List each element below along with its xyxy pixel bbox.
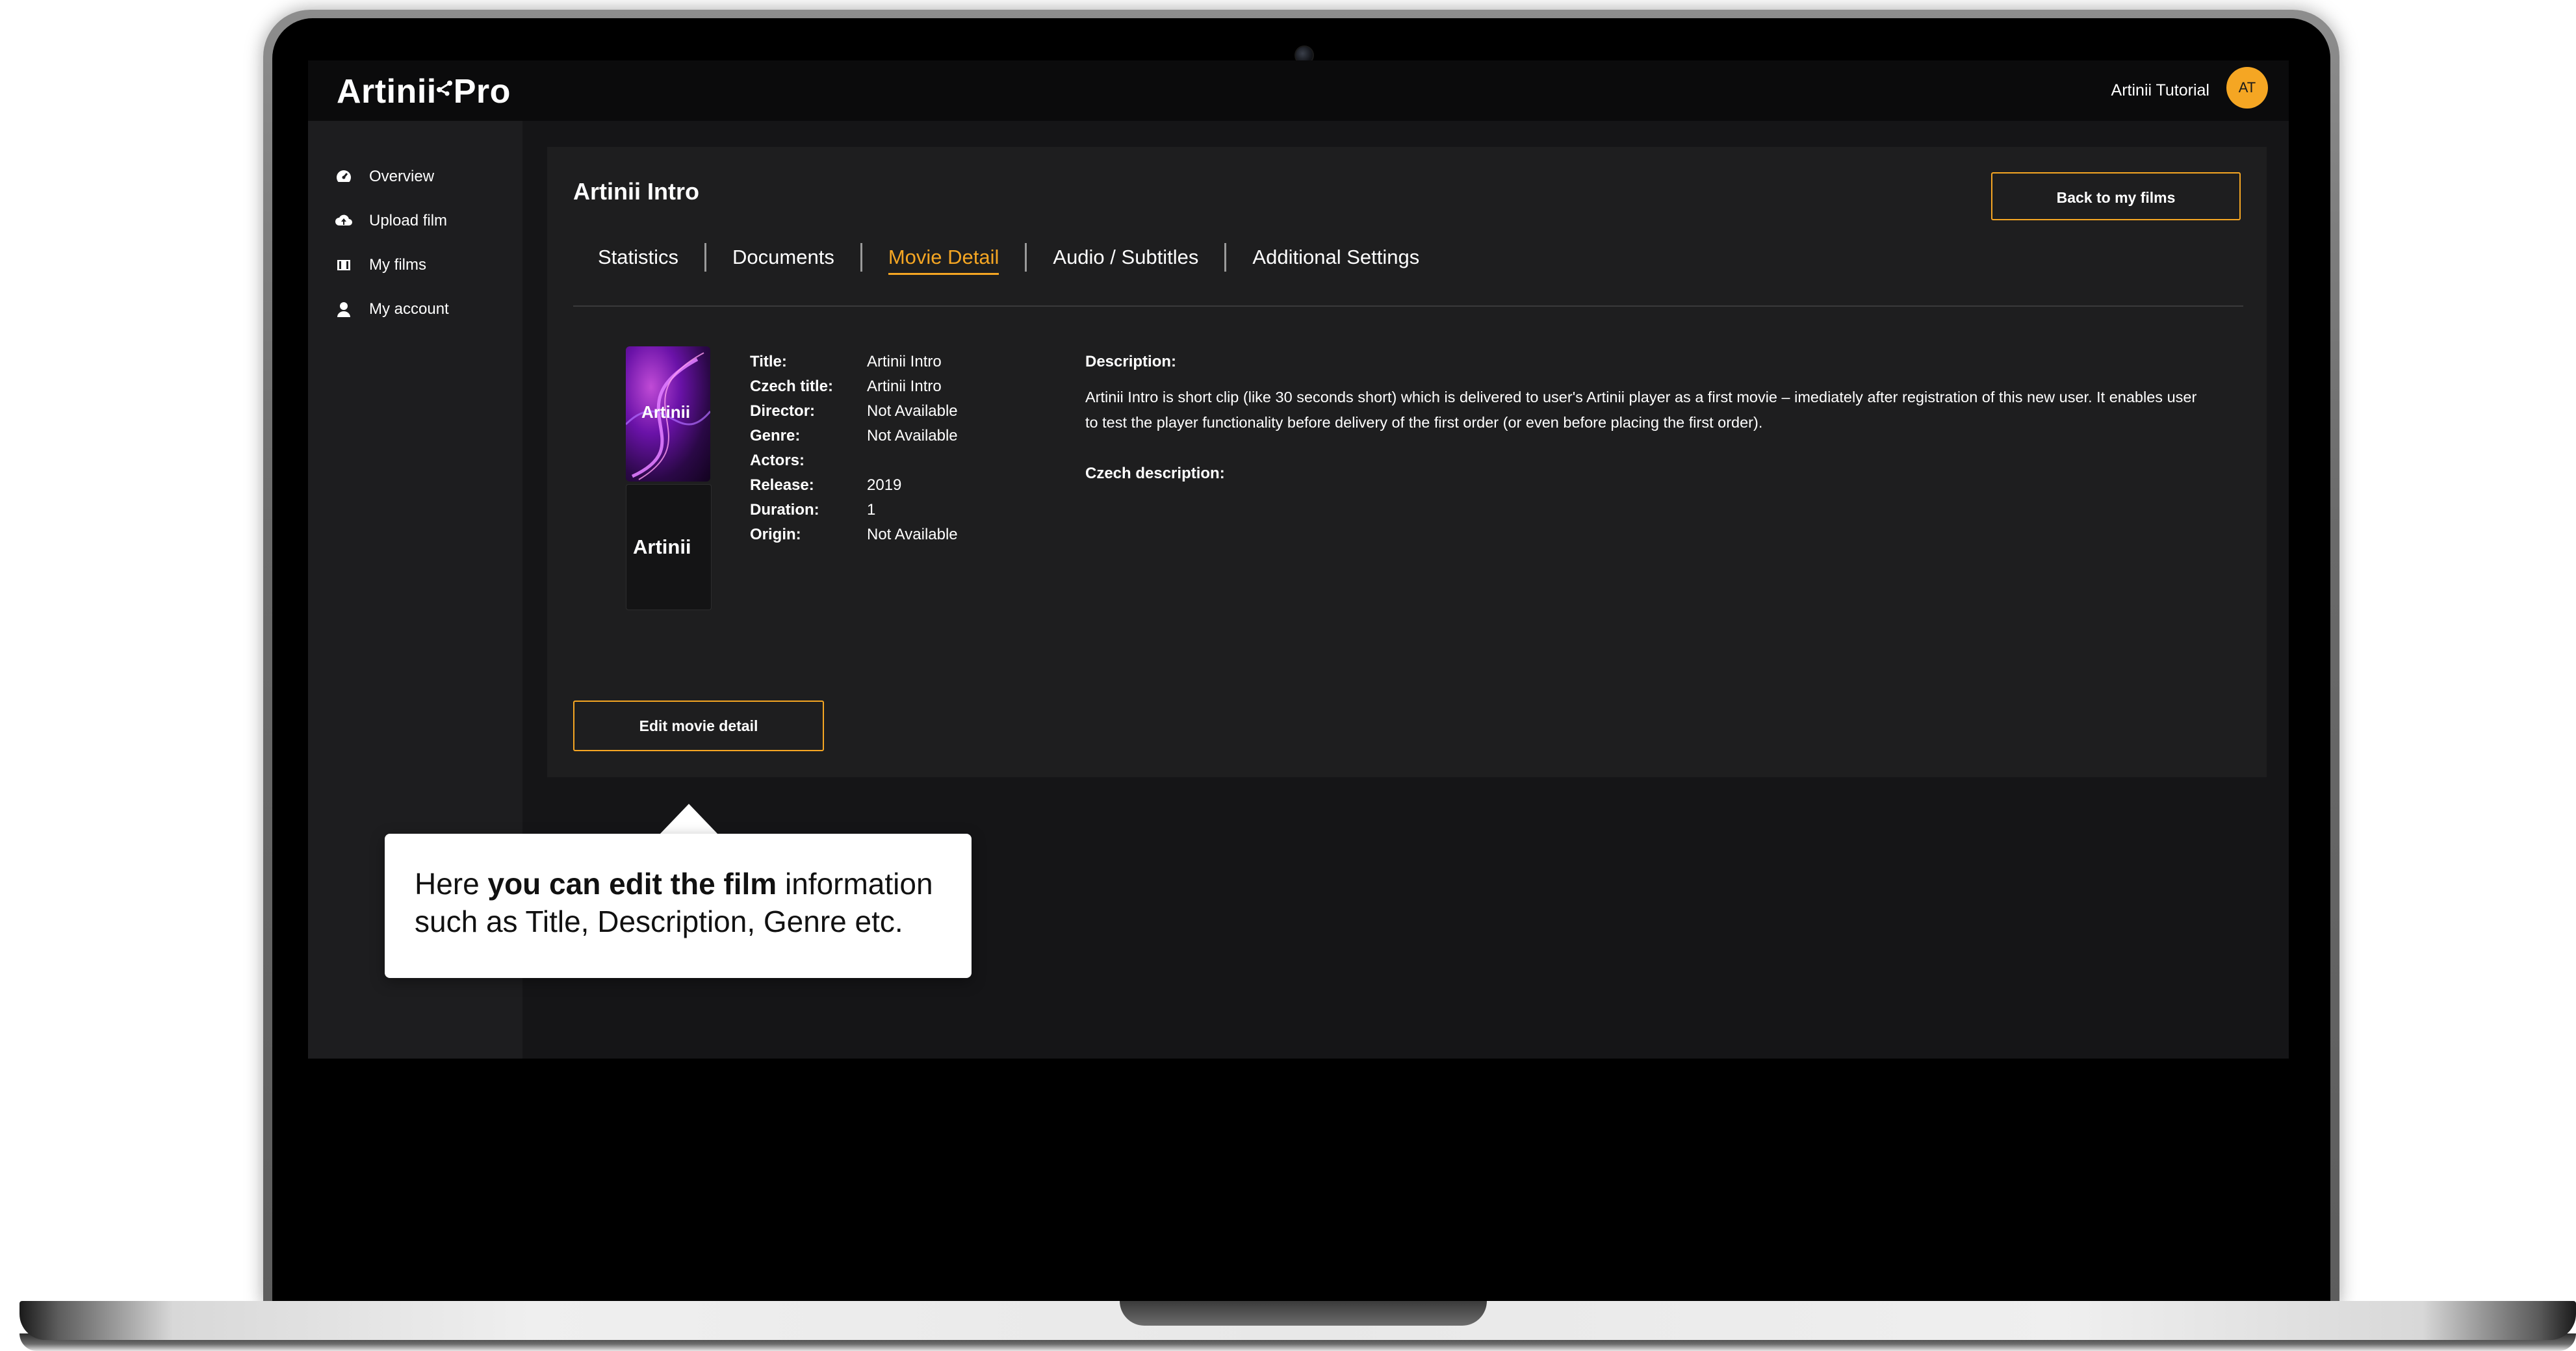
user-name[interactable]: Artinii Tutorial	[2111, 76, 2209, 105]
tooltip-text-bold: you can edit the film	[487, 867, 777, 901]
sidebar-item-label: My account	[369, 300, 449, 318]
cloud-upload-icon	[335, 214, 352, 225]
tab-bar: Statistics Documents Movie Detail Audio …	[573, 238, 1445, 277]
detail-label: Duration:	[750, 501, 819, 519]
film-icon	[337, 260, 350, 270]
detail-value: 1	[867, 501, 876, 519]
sidebar-item-label: My films	[369, 256, 426, 274]
top-bar: Artinii Pro Artinii Tutorial AT	[308, 60, 2289, 121]
detail-value: 2019	[867, 476, 902, 494]
detail-value: Artinii Intro	[867, 353, 942, 370]
avatar[interactable]: AT	[2226, 67, 2268, 109]
logo-suffix: Pro	[453, 73, 511, 110]
sidebar-item-overview[interactable]: Overview	[335, 164, 434, 190]
back-to-my-films-button[interactable]: Back to my films	[1991, 172, 2241, 220]
detail-label: Title:	[750, 353, 787, 370]
tooltip-text-part1: Here	[415, 867, 488, 901]
thumbnail-logo-text: Artinii	[633, 535, 691, 558]
logo-nodes-icon	[436, 67, 454, 96]
sidebar-item-my-films[interactable]: My films	[335, 252, 426, 278]
tab-audio-subtitles[interactable]: Audio / Subtitles	[1027, 238, 1224, 277]
laptop-opening-notch	[1120, 1301, 1487, 1326]
description-text: Artinii Intro is short clip (like 30 sec…	[1085, 389, 2197, 431]
sidebar-item-label: Upload film	[369, 212, 448, 229]
detail-value: Artinii Intro	[867, 378, 942, 395]
tab-movie-detail[interactable]: Movie Detail	[862, 238, 1025, 277]
tab-additional-settings[interactable]: Additional Settings	[1226, 238, 1445, 277]
tab-statistics[interactable]: Statistics	[573, 238, 704, 277]
tooltip-text: Here you can edit the film information s…	[415, 865, 954, 940]
tooltip-arrow	[659, 804, 719, 835]
tabs-divider	[573, 305, 2243, 307]
tab-documents[interactable]: Documents	[706, 238, 860, 277]
description-label: Description:	[1085, 353, 1177, 370]
detail-value: Not Available	[867, 427, 958, 444]
poster-title: Artinii	[641, 402, 691, 422]
detail-value: Not Available	[867, 402, 958, 420]
sidebar-item-upload-film[interactable]: Upload film	[335, 208, 447, 234]
artinii-pro-logo[interactable]: Artinii Pro	[337, 67, 511, 116]
film-thumbnail[interactable]: Artinii	[626, 484, 712, 610]
edit-movie-detail-button[interactable]: Edit movie detail	[573, 701, 824, 751]
movie-detail-panel: Artinii Intro Back to my films Statistic…	[547, 147, 2267, 777]
tutorial-tooltip: Here you can edit the film information s…	[385, 834, 972, 978]
detail-value: Not Available	[867, 526, 958, 543]
logo-text: Artinii	[337, 73, 437, 110]
sidebar-item-label: Overview	[369, 168, 435, 185]
film-poster[interactable]: Artinii	[626, 346, 710, 482]
detail-label: Release:	[750, 476, 814, 494]
sidebar-item-my-account[interactable]: My account	[335, 296, 449, 322]
detail-label: Genre:	[750, 427, 801, 444]
detail-label: Origin:	[750, 526, 801, 543]
dashboard-icon	[337, 170, 351, 185]
czech-description-label: Czech description:	[1085, 465, 1225, 482]
detail-label: Czech title:	[750, 378, 834, 395]
user-icon	[337, 302, 350, 317]
detail-label: Director:	[750, 402, 816, 420]
page-title: Artinii Intro	[573, 178, 699, 205]
detail-label: Actors:	[750, 452, 805, 469]
